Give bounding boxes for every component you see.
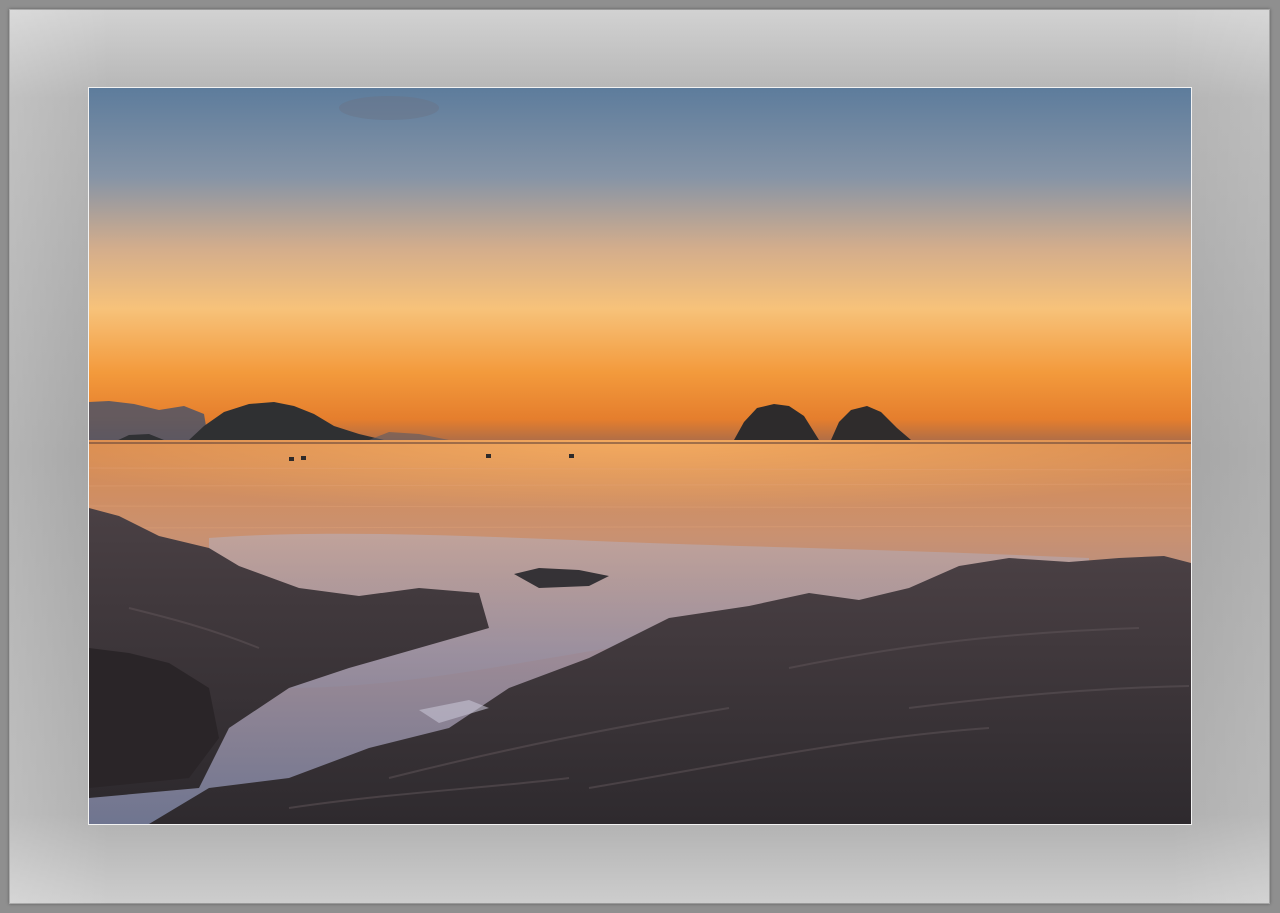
photo-canvas	[89, 88, 1191, 824]
cloud-wisp	[339, 96, 439, 120]
sunset-photo	[88, 87, 1192, 825]
sky	[89, 88, 1191, 444]
